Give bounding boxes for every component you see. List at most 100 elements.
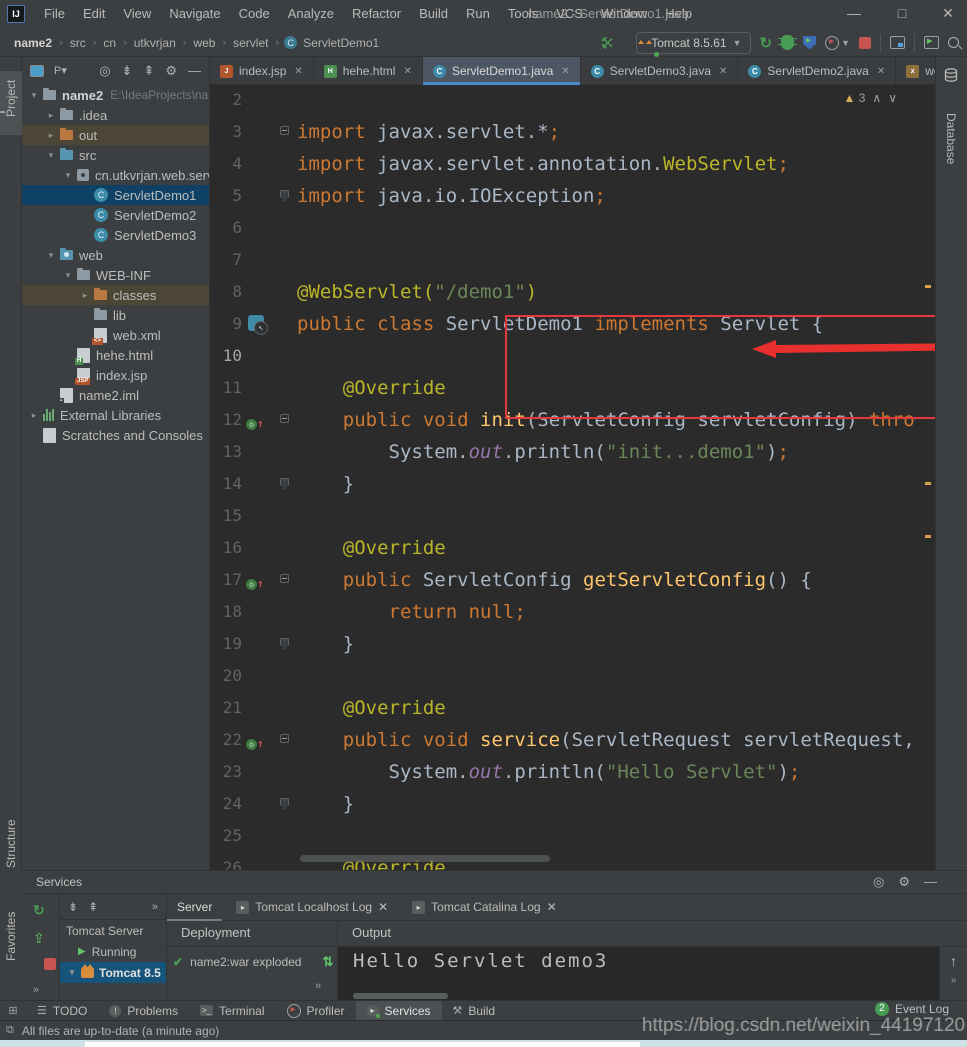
line-number[interactable]: 11 xyxy=(210,372,242,404)
more-icon[interactable]: » xyxy=(33,984,39,996)
editor-hscrollbar[interactable] xyxy=(300,855,550,862)
locate-icon[interactable]: ◎ xyxy=(873,874,884,890)
tree-item-index-jsp[interactable]: JSPindex.jsp xyxy=(22,365,209,385)
next-warning-icon[interactable]: ∨ xyxy=(888,91,897,105)
tool-strip-database[interactable]: Database xyxy=(935,62,967,152)
fold-marker-icon[interactable] xyxy=(280,478,289,489)
tree-item-web[interactable]: ▾web xyxy=(22,245,209,265)
prev-warning-icon[interactable]: ∧ xyxy=(872,91,881,105)
line-number[interactable]: 7 xyxy=(210,244,242,276)
tree-item-lib[interactable]: lib xyxy=(22,305,209,325)
services-tree-item-tomcat-8-5[interactable]: ▾Tomcat 8.5 xyxy=(60,962,166,983)
line-number[interactable]: 25 xyxy=(210,820,242,852)
run-config-select[interactable]: Tomcat 8.5.61 ▼ xyxy=(636,32,750,54)
breadcrumb-item[interactable]: ServletDemo1 xyxy=(301,36,381,50)
line-number[interactable]: 12 xyxy=(210,404,242,436)
tree-item-name2-iml[interactable]: ▪name2.iml xyxy=(22,385,209,405)
tree-item-web-inf[interactable]: ▾WEB-INF xyxy=(22,265,209,285)
toolwindow-button-build[interactable]: ⚒Build xyxy=(442,1001,507,1021)
toolwindow-button-profiler[interactable]: Profiler xyxy=(276,1001,356,1021)
deployment-row[interactable]: ✔ name2:war exploded ⇅ xyxy=(173,954,333,970)
menu-file[interactable]: File xyxy=(35,0,74,28)
fold-marker-icon[interactable] xyxy=(280,734,289,743)
expand-all-icon[interactable]: ⇟ xyxy=(122,63,133,79)
services-tab-server[interactable]: Server xyxy=(167,894,222,921)
menu-refactor[interactable]: Refactor xyxy=(343,0,410,28)
line-number[interactable]: 17 xyxy=(210,564,242,596)
settings-gear-icon[interactable]: ⚙ xyxy=(898,874,910,890)
line-number[interactable]: 10 xyxy=(210,340,242,372)
tree-item-classes[interactable]: ▸classes xyxy=(22,285,209,305)
editor-tab-servletdemo3-java[interactable]: CServletDemo3.java✕ xyxy=(581,57,739,85)
line-number[interactable]: 4 xyxy=(210,148,242,180)
tree-item-servletdemo1[interactable]: CServletDemo1 xyxy=(22,185,209,205)
update-app-icon[interactable]: ⇪ xyxy=(33,930,45,947)
editor-tab-hehe-html[interactable]: Hhehe.html✕ xyxy=(314,57,423,85)
editor-tab-servletdemo2-java[interactable]: CServletDemo2.java✕ xyxy=(738,57,896,85)
toolwindow-button-services[interactable]: ▸Services xyxy=(356,1001,442,1021)
services-tree-item-running[interactable]: ▶Running xyxy=(60,941,166,962)
fold-marker-icon[interactable] xyxy=(280,190,289,201)
line-number[interactable]: 19 xyxy=(210,628,242,660)
toolwindow-button-terminal[interactable]: >_Terminal xyxy=(189,1001,275,1021)
chevron-icon[interactable]: ▾ xyxy=(45,150,57,161)
stack-icon[interactable]: ⧉ xyxy=(6,1024,14,1037)
menu-navigate[interactable]: Navigate xyxy=(160,0,229,28)
search-everywhere-icon[interactable] xyxy=(948,37,959,48)
line-number[interactable]: 13 xyxy=(210,436,242,468)
chevron-icon[interactable]: ▸ xyxy=(45,110,57,121)
line-number[interactable]: 8 xyxy=(210,276,242,308)
breadcrumb-item[interactable]: name2 xyxy=(12,36,54,50)
line-number[interactable]: 21 xyxy=(210,692,242,724)
line-number[interactable]: 26 xyxy=(210,852,242,870)
line-number[interactable]: 22 xyxy=(210,724,242,756)
line-number[interactable]: 15 xyxy=(210,500,242,532)
redeploy-icon[interactable]: ⇅ xyxy=(322,954,333,970)
tool-window-list-icon[interactable]: ⊞ xyxy=(0,1004,26,1017)
line-number[interactable]: 9 xyxy=(210,308,242,340)
locate-icon[interactable]: ◎ xyxy=(99,63,110,79)
services-tab-tomcat-localhost-log[interactable]: ▸Tomcat Localhost Log✕ xyxy=(226,894,398,921)
line-number[interactable]: 16 xyxy=(210,532,242,564)
tree-item-servletdemo3[interactable]: CServletDemo3 xyxy=(22,225,209,245)
chevron-icon[interactable]: ▸ xyxy=(28,410,40,421)
debug-button[interactable] xyxy=(781,35,794,50)
line-number[interactable]: 2 xyxy=(210,84,242,116)
line-number[interactable]: 24 xyxy=(210,788,242,820)
breadcrumb-item[interactable]: web xyxy=(191,36,217,50)
fold-marker-icon[interactable] xyxy=(280,798,289,809)
editor-tab-index-jsp[interactable]: Jindex.jsp✕ xyxy=(210,57,314,85)
tree-item--idea[interactable]: ▸.idea xyxy=(22,105,209,125)
chevron-icon[interactable]: ▾ xyxy=(66,967,78,978)
warning-stripe-mark[interactable] xyxy=(925,285,931,288)
line-number[interactable]: 6 xyxy=(210,212,242,244)
breadcrumb-item[interactable]: src xyxy=(68,36,88,50)
project-view-icon[interactable] xyxy=(30,65,44,77)
tree-item-scratches-and-consoles[interactable]: Scratches and Consoles xyxy=(22,425,209,445)
fold-marker-icon[interactable] xyxy=(280,414,289,423)
menu-analyze[interactable]: Analyze xyxy=(279,0,343,28)
line-number[interactable]: 18 xyxy=(210,596,242,628)
close-tab-icon[interactable]: ✕ xyxy=(719,66,727,77)
expand-all-icon[interactable]: ⇟ xyxy=(68,900,78,914)
tool-strip-favorites[interactable]: Favorites ★ xyxy=(0,905,22,985)
stop-button[interactable] xyxy=(859,37,871,49)
more-icon[interactable]: » xyxy=(315,980,321,992)
run-class-icon[interactable] xyxy=(248,315,264,331)
breadcrumb-item[interactable]: cn xyxy=(101,36,118,50)
tree-item-cn-utkvrjan-web-servlet[interactable]: ▾cn.utkvrjan.web.servlet xyxy=(22,165,209,185)
code-area[interactable]: 23import javax.servlet.*;4import javax.s… xyxy=(210,85,935,870)
chevron-icon[interactable]: ▸ xyxy=(45,130,57,141)
run-anything-icon[interactable] xyxy=(924,36,939,49)
override-method-icon[interactable]: o↑ xyxy=(246,572,270,591)
tree-item-web-xml[interactable]: <>web.xml xyxy=(22,325,209,345)
tree-item-out[interactable]: ▸out xyxy=(22,125,209,145)
scroll-up-icon[interactable]: ↑ xyxy=(940,953,967,969)
menu-edit[interactable]: Edit xyxy=(74,0,114,28)
toolwindow-button-todo[interactable]: ☰TODO xyxy=(26,1001,98,1021)
close-button[interactable]: ✕ xyxy=(931,0,965,28)
breadcrumb-item[interactable]: utkvrjan xyxy=(132,36,178,50)
project-dropdown[interactable]: P▾ xyxy=(54,64,67,77)
hide-panel-icon[interactable]: — xyxy=(924,874,937,890)
tree-item-name2[interactable]: ▾name2E:\IdeaProjects\name2 xyxy=(22,85,209,105)
